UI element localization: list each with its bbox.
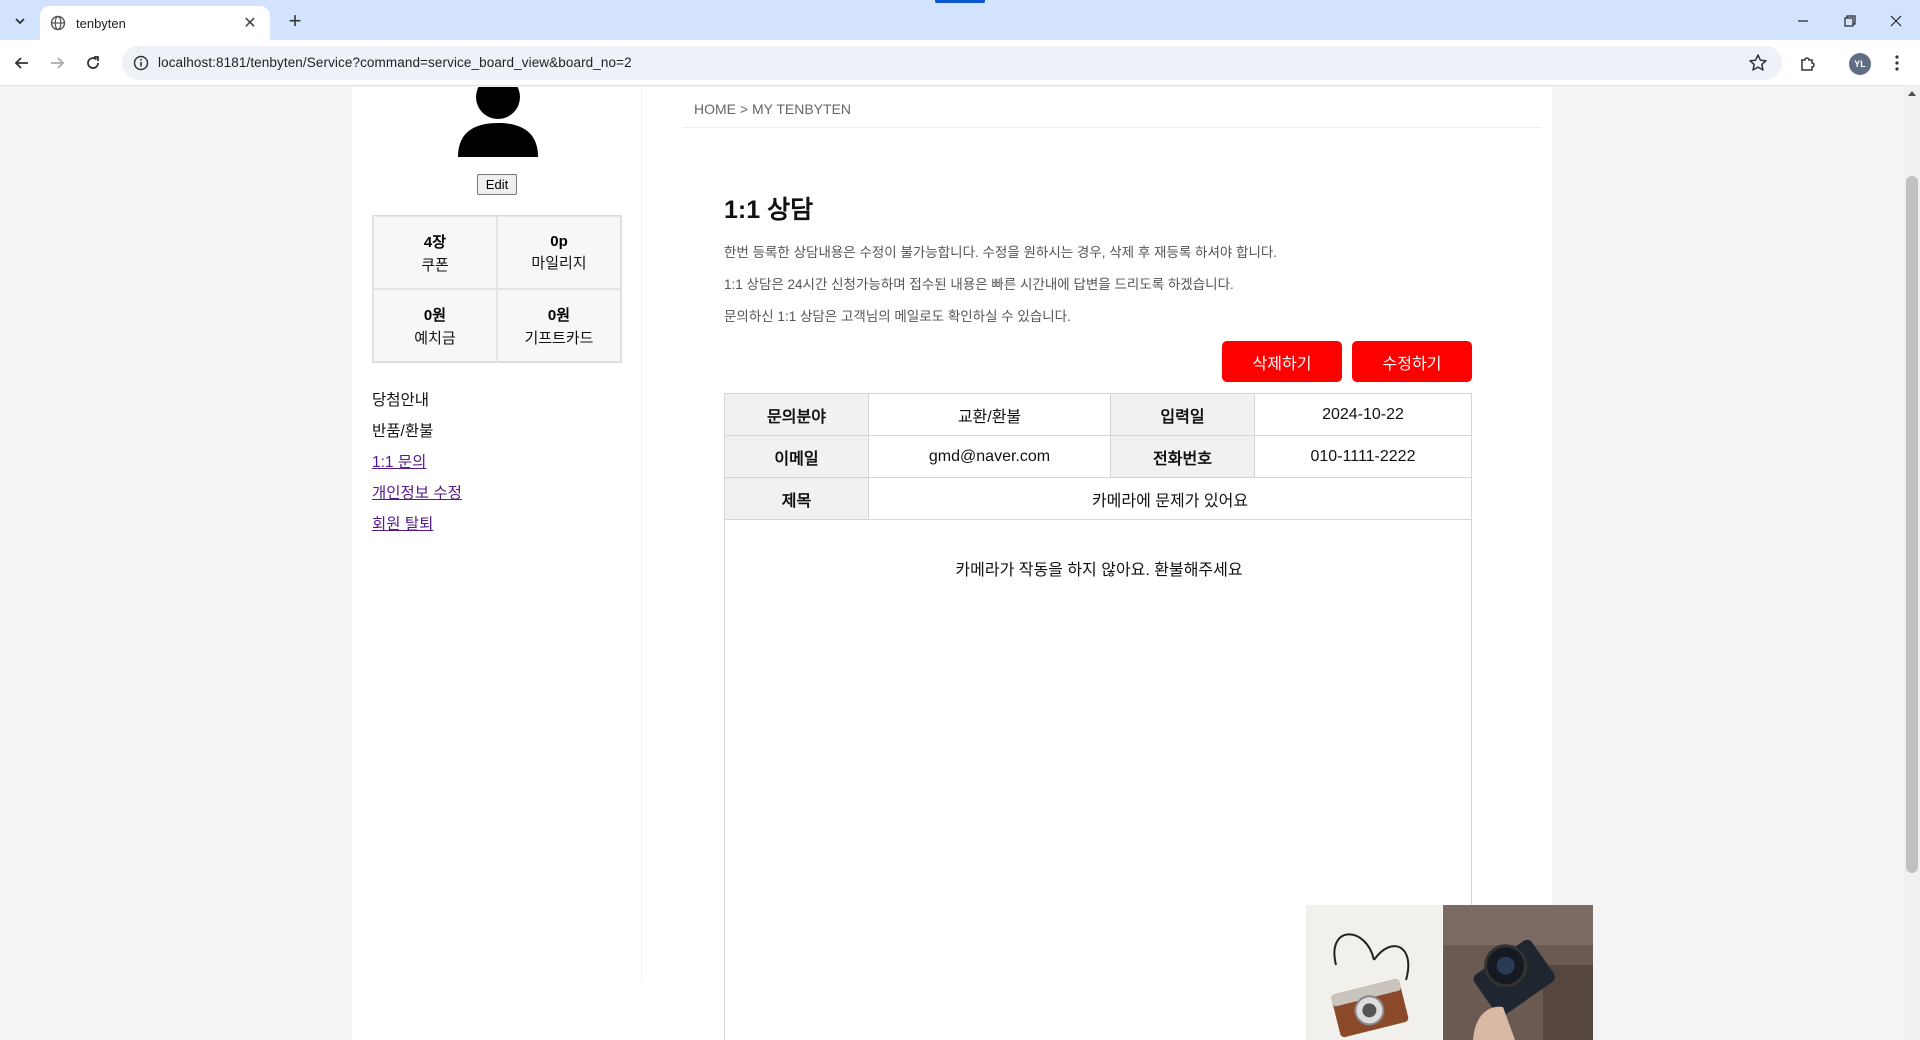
email-label: 이메일	[724, 435, 869, 478]
table-row: 이메일 gmd@naver.com 전화번호 010-1111-2222	[724, 435, 1472, 478]
address-bar[interactable]: localhost:8181/tenbyten/Service?command=…	[122, 46, 1782, 80]
stat-value: 0원	[423, 306, 447, 324]
category-label: 문의분야	[724, 393, 869, 436]
page-container: Edit 4장 쿠폰 0p 마일리지 0원 예치금 0원 기프트카드 당첨안내 …	[352, 87, 1593, 1040]
page-title: 1:1 상담	[724, 196, 814, 224]
bookmark-star-icon[interactable]	[1748, 53, 1768, 73]
subject-label: 제목	[724, 477, 869, 520]
email-value: gmd@naver.com	[868, 435, 1111, 478]
mileage-stat[interactable]: 0p 마일리지	[497, 216, 621, 289]
url-text[interactable]: localhost:8181/tenbyten/Service?command=…	[158, 55, 632, 70]
notice-line: 한번 등록한 상담내용은 수정이 불가능합니다. 수정을 원하시는 경우, 삭제…	[724, 245, 1278, 260]
tab-indicator	[935, 0, 985, 3]
minimize-icon	[1798, 20, 1808, 22]
stat-value: 0원	[547, 306, 571, 324]
close-icon	[1890, 15, 1902, 27]
profile-avatar[interactable]: YL	[1849, 53, 1871, 75]
camera-photo-image	[1306, 905, 1442, 1040]
reload-button[interactable]	[80, 50, 106, 76]
globe-icon	[50, 15, 66, 31]
date-value: 2024-10-22	[1254, 393, 1472, 436]
stat-label: 예치금	[414, 329, 456, 347]
phone-label: 전화번호	[1110, 435, 1255, 478]
puzzle-icon	[1801, 57, 1815, 71]
notice-line: 문의하신 1:1 상담은 고객님의 메일로도 확인하실 수 있습니다.	[724, 309, 1071, 324]
hand-camera-photo-image	[1443, 905, 1593, 1040]
sidebar-item-return-refund[interactable]: 반품/환불	[372, 422, 462, 453]
forward-button[interactable]	[44, 50, 70, 76]
attached-photo-hand-camera[interactable]	[1443, 905, 1593, 1040]
extensions-button[interactable]	[1795, 50, 1821, 76]
sidebar-item-inquiry[interactable]: 1:1 문의	[372, 453, 462, 484]
edit-button[interactable]: 수정하기	[1352, 341, 1472, 382]
table-row: 문의분야 교환/환불 입력일 2024-10-22	[724, 393, 1472, 436]
restore-icon	[1844, 15, 1856, 27]
stat-label: 기프트카드	[524, 329, 594, 347]
chevron-down-icon	[15, 18, 25, 25]
inquiry-body-text: 카메라가 작동을 하지 않아요. 환불해주세요	[955, 562, 1243, 579]
coupon-stat[interactable]: 4장 쿠폰	[373, 216, 497, 289]
browser-tab[interactable]: tenbyten ✕	[40, 6, 270, 40]
phone-value: 010-1111-2222	[1254, 435, 1472, 478]
scrollbar-thumb[interactable]	[1906, 176, 1918, 873]
close-window-button[interactable]	[1883, 8, 1909, 34]
stat-value: 0p	[550, 232, 568, 250]
site-info-icon[interactable]	[132, 54, 150, 72]
sidebar-item-edit-profile[interactable]: 개인정보 수정	[372, 484, 462, 515]
more-vertical-icon	[1895, 55, 1899, 71]
deposit-stat[interactable]: 0원 예치금	[373, 289, 497, 362]
new-tab-button[interactable]: +	[282, 8, 308, 34]
stat-label: 쿠폰	[421, 256, 449, 274]
back-button[interactable]	[9, 50, 35, 76]
subject-value: 카메라에 문제가 있어요	[868, 477, 1472, 520]
tab-strip: tenbyten ✕ +	[0, 0, 1920, 40]
breadcrumb: HOME > MY TENBYTEN	[694, 101, 852, 117]
breadcrumb-divider	[682, 127, 1542, 128]
notice-line: 1:1 상담은 24시간 신청가능하며 접수된 내용은 빠른 시간내에 답변을 …	[724, 277, 1234, 292]
attached-photo-camera[interactable]	[1306, 905, 1442, 1040]
mypage-sidebar: Edit 4장 쿠폰 0p 마일리지 0원 예치금 0원 기프트카드 당첨안내 …	[352, 87, 642, 982]
user-avatar-icon	[458, 87, 538, 157]
page-viewport: Edit 4장 쿠폰 0p 마일리지 0원 예치금 0원 기프트카드 당첨안내 …	[0, 87, 1904, 1040]
category-value: 교환/환불	[868, 393, 1111, 436]
arrow-right-icon	[51, 57, 65, 69]
table-row: 제목 카메라에 문제가 있어요	[724, 477, 1472, 520]
sidebar-item-withdraw[interactable]: 회원 탈퇴	[372, 515, 462, 546]
giftcard-stat[interactable]: 0원 기프트카드	[497, 289, 621, 362]
edit-profile-button[interactable]: Edit	[477, 174, 517, 195]
stat-value: 4장	[423, 233, 447, 251]
sidebar-item-winning-info[interactable]: 당첨안내	[372, 391, 462, 422]
benefit-stats: 4장 쿠폰 0p 마일리지 0원 예치금 0원 기프트카드	[372, 215, 622, 363]
minimize-button[interactable]	[1790, 8, 1816, 34]
scroll-up-arrow-icon[interactable]	[1908, 91, 1916, 96]
browser-menu-button[interactable]	[1884, 50, 1910, 76]
delete-button[interactable]: 삭제하기	[1222, 341, 1342, 382]
tab-title: tenbyten	[76, 15, 126, 31]
date-label: 입력일	[1110, 393, 1255, 436]
tab-search-button[interactable]	[8, 9, 32, 33]
reload-icon	[87, 56, 99, 69]
stat-label: 마일리지	[531, 254, 587, 272]
arrow-left-icon	[14, 57, 28, 69]
sidebar-menu: 당첨안내 반품/환불 1:1 문의 개인정보 수정 회원 탈퇴	[372, 391, 462, 546]
close-tab-icon[interactable]: ✕	[240, 13, 260, 33]
inquiry-detail-table: 문의분야 교환/환불 입력일 2024-10-22 이메일 gmd@naver.…	[724, 393, 1472, 520]
restore-button[interactable]	[1837, 8, 1863, 34]
browser-toolbar: localhost:8181/tenbyten/Service?command=…	[0, 40, 1920, 86]
